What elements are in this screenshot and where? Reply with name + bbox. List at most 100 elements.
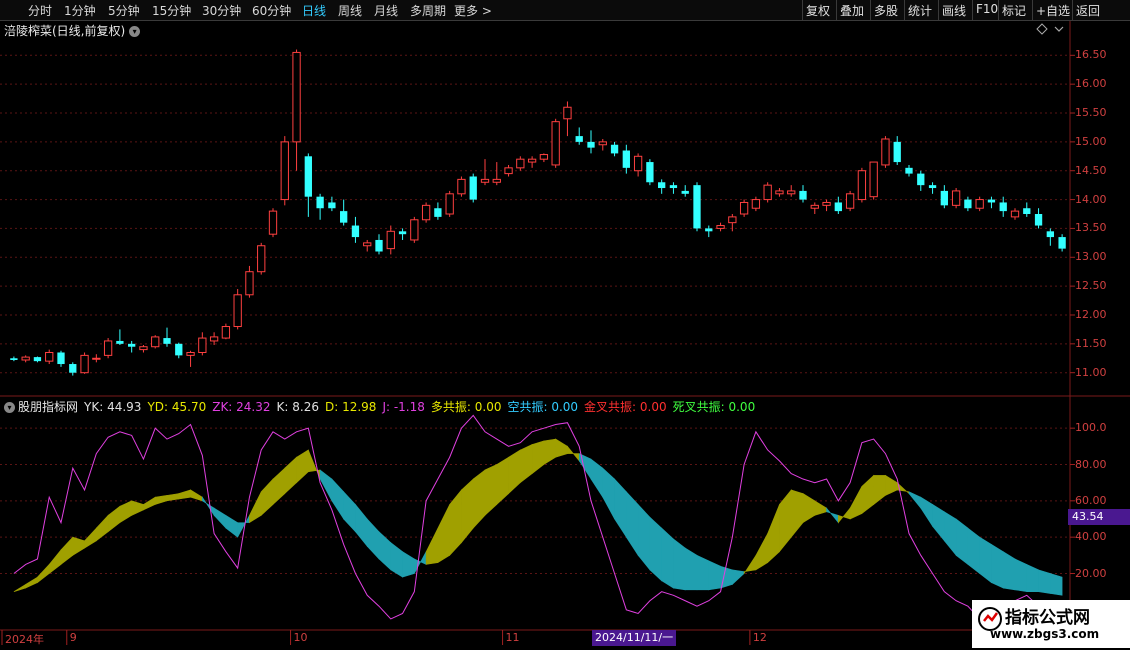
indicator-ribbon-segment	[343, 490, 356, 533]
candle-body	[434, 208, 442, 217]
price-tick-label: 14.50	[1075, 163, 1107, 177]
candle-body	[610, 144, 619, 154]
indicator-ribbon-segment	[920, 496, 933, 528]
candle-body	[516, 158, 525, 169]
indicator-ribbon-segment	[767, 504, 780, 564]
candle-body	[233, 294, 242, 328]
candle-body	[1023, 208, 1031, 214]
date-tick-label: 12	[752, 631, 767, 644]
candle-body	[739, 201, 749, 215]
candle-body	[987, 199, 996, 203]
indicator-ribbon-segment	[802, 493, 816, 524]
indicator-ribbon-segment	[543, 438, 556, 466]
candle-body	[351, 225, 360, 238]
candle-body	[705, 228, 713, 232]
indicator-ribbon-segment	[944, 511, 957, 557]
candle-body	[646, 162, 654, 183]
indicator-ribbon-segment	[1038, 569, 1051, 594]
indicator-ribbon-segment	[661, 527, 674, 589]
indicator-ribbon-segment	[873, 475, 886, 506]
indicator-ribbon-segment	[838, 507, 851, 524]
indicator-ribbon-segment	[531, 440, 545, 475]
candle-body	[410, 219, 419, 241]
indicator-ribbon-segment	[908, 491, 922, 509]
candle-body	[928, 185, 937, 189]
indicator-ribbon-segment	[849, 486, 863, 520]
indicator-ribbon-segment	[826, 507, 839, 524]
candle-body	[551, 121, 560, 166]
indicator-ribbon-segment	[1026, 563, 1039, 592]
indicator-ribbon-segment	[154, 495, 168, 505]
price-tick-label: 16.50	[1075, 48, 1107, 62]
candle-body	[328, 202, 336, 209]
candle-body	[10, 358, 18, 360]
price-tick-label: 14.00	[1075, 192, 1107, 206]
price-tick-label: 12.50	[1075, 279, 1107, 293]
candle-body	[163, 338, 171, 344]
diamond-icon	[1036, 23, 1048, 35]
candle-body	[857, 170, 867, 201]
indicator-ribbon-segment	[272, 467, 286, 506]
indicator-ribbon-segment	[861, 474, 874, 515]
indicator-ribbon-segment	[402, 551, 415, 578]
indicator-ribbon-segment	[673, 538, 686, 591]
candle-body	[103, 340, 113, 356]
candle-body	[316, 196, 324, 209]
candle-body	[128, 343, 136, 347]
indicator-ribbon-segment	[520, 444, 533, 484]
indicator-ribbon-segment	[260, 478, 274, 517]
indicator-ribbon-segment	[48, 549, 62, 575]
candle-body	[658, 182, 666, 189]
candle-body	[728, 216, 737, 224]
candle-body	[92, 357, 101, 360]
candle-body	[622, 150, 630, 168]
candle-body	[834, 202, 842, 212]
candle-body	[469, 176, 477, 200]
indicator-ribbon-segment	[461, 478, 474, 544]
indicator-ribbon-segment	[119, 500, 132, 524]
indicator-ribbon-segment	[790, 489, 804, 539]
kline-chart[interactable]	[0, 0, 1130, 650]
indicator-ribbon-segment	[684, 547, 698, 591]
candle-body	[693, 185, 701, 229]
candle-body	[480, 178, 490, 183]
candle-body	[492, 178, 501, 183]
candle-body	[186, 351, 195, 356]
candle-body	[209, 336, 219, 342]
indicator-ribbon-segment	[107, 505, 121, 533]
price-tick-label: 13.50	[1075, 221, 1107, 235]
watermark-url: www.zbgs3.com	[990, 627, 1100, 641]
candle-body	[951, 190, 961, 206]
indicator-ribbon-segment	[1002, 551, 1016, 591]
candle-body	[45, 351, 54, 362]
indicator-tick-label: 60.00	[1075, 493, 1107, 507]
candle-body	[633, 155, 643, 172]
indicator-ribbon-segment	[25, 576, 38, 589]
indicator-tick-label: 80.00	[1075, 457, 1107, 471]
date-tick-label: 10	[293, 631, 308, 644]
indicator-ribbon-segment	[1014, 558, 1028, 593]
candle-body	[681, 190, 689, 194]
indicator-ribbon-segment	[178, 489, 191, 500]
candle-body	[421, 204, 431, 221]
indicator-ribbon-segment	[602, 467, 615, 520]
price-tick-label: 15.00	[1075, 134, 1107, 148]
candle-body	[457, 178, 466, 195]
candle-body	[763, 184, 772, 201]
indicator-ribbon-segment	[284, 456, 297, 495]
date-tick-label: 11	[505, 631, 520, 644]
indicator-ribbon-segment	[472, 469, 486, 529]
candle-body	[21, 356, 30, 361]
indicator-ribbon-segment	[296, 449, 309, 484]
indicator-ribbon-segment	[449, 489, 462, 557]
indicator-ribbon-segment	[202, 496, 215, 517]
candle-body	[504, 167, 513, 175]
candle-body	[964, 199, 972, 209]
indicator-ribbon-segment	[72, 536, 85, 556]
indicator-ribbon-segment	[1050, 573, 1063, 596]
indicator-ribbon-segment	[649, 516, 662, 582]
candle-body	[999, 202, 1007, 212]
candle-body	[975, 199, 984, 209]
indicator-ribbon-segment	[331, 478, 344, 521]
candle-body	[221, 326, 231, 339]
